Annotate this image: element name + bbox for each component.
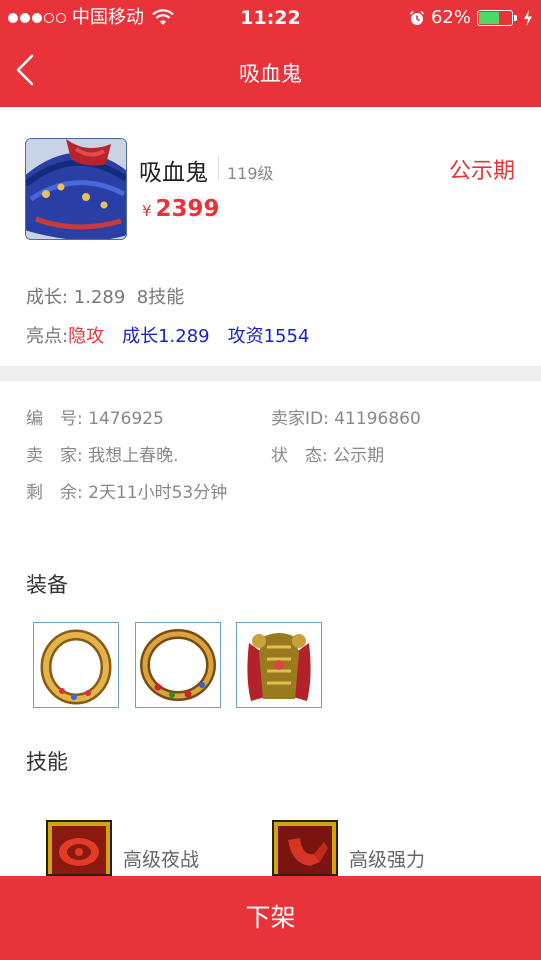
strength-icon xyxy=(274,822,336,874)
info-number: 编 号: 1476925 xyxy=(26,409,164,429)
skill-item[interactable] xyxy=(46,820,112,876)
equipment-item[interactable] xyxy=(236,622,322,708)
section-separator xyxy=(0,366,541,381)
top-bar: 中国移动 11:22 62% 吸血鬼 xyxy=(0,0,541,107)
info-state: 状 态: 公示期 xyxy=(271,446,385,466)
page-title: 吸血鬼 xyxy=(239,62,302,86)
price-value: 2399 xyxy=(155,196,220,222)
alarm-icon xyxy=(409,10,425,25)
skill-item[interactable] xyxy=(272,820,338,876)
highlights-label: 亮点: xyxy=(26,326,69,347)
equipment-item[interactable] xyxy=(135,622,221,708)
info-seller-id: 卖家ID: 41196860 xyxy=(271,409,421,429)
info-remaining: 剩 余: 2天11小时53分钟 xyxy=(26,483,228,503)
battery-level xyxy=(479,12,499,24)
highlight-tag: 攻资1554 xyxy=(227,326,310,347)
delist-button[interactable]: 下架 xyxy=(0,876,541,960)
battery-percent: 62% xyxy=(430,7,471,28)
status-badge: 公示期 xyxy=(448,159,515,184)
info-seller: 卖 家: 我想上春晚. xyxy=(26,446,179,466)
skill-name: 高级夜战 xyxy=(123,849,200,871)
pet-avatar xyxy=(25,138,127,240)
gold-ring-icon xyxy=(40,629,112,705)
divider xyxy=(218,156,219,180)
pet-level: 119级 xyxy=(227,164,274,183)
jeweled-ring-icon xyxy=(140,629,216,701)
status-bar: 中国移动 11:22 62% xyxy=(0,0,541,36)
highlight-tag: 隐攻 xyxy=(68,326,105,347)
skill-name: 高级强力 xyxy=(349,849,426,871)
equipment-title: 装备 xyxy=(26,573,68,597)
highlights-row: 亮点: 隐攻 成长1.289 攻资1554 xyxy=(26,322,327,348)
night-battle-icon xyxy=(48,822,110,874)
highlight-tag: 成长1.289 xyxy=(122,326,210,347)
battery-icon xyxy=(477,10,517,26)
charging-icon xyxy=(524,10,532,26)
pet-name: 吸血鬼 xyxy=(139,160,208,186)
price: ¥2399 xyxy=(142,196,220,222)
currency-symbol: ¥ xyxy=(142,202,152,220)
skills-title: 技能 xyxy=(26,750,68,774)
nav-bar: 吸血鬼 xyxy=(0,36,541,107)
armor-icon xyxy=(247,633,311,701)
equipment-item[interactable] xyxy=(33,622,119,708)
growth-info: 成长: 1.289 8技能 xyxy=(26,287,185,308)
